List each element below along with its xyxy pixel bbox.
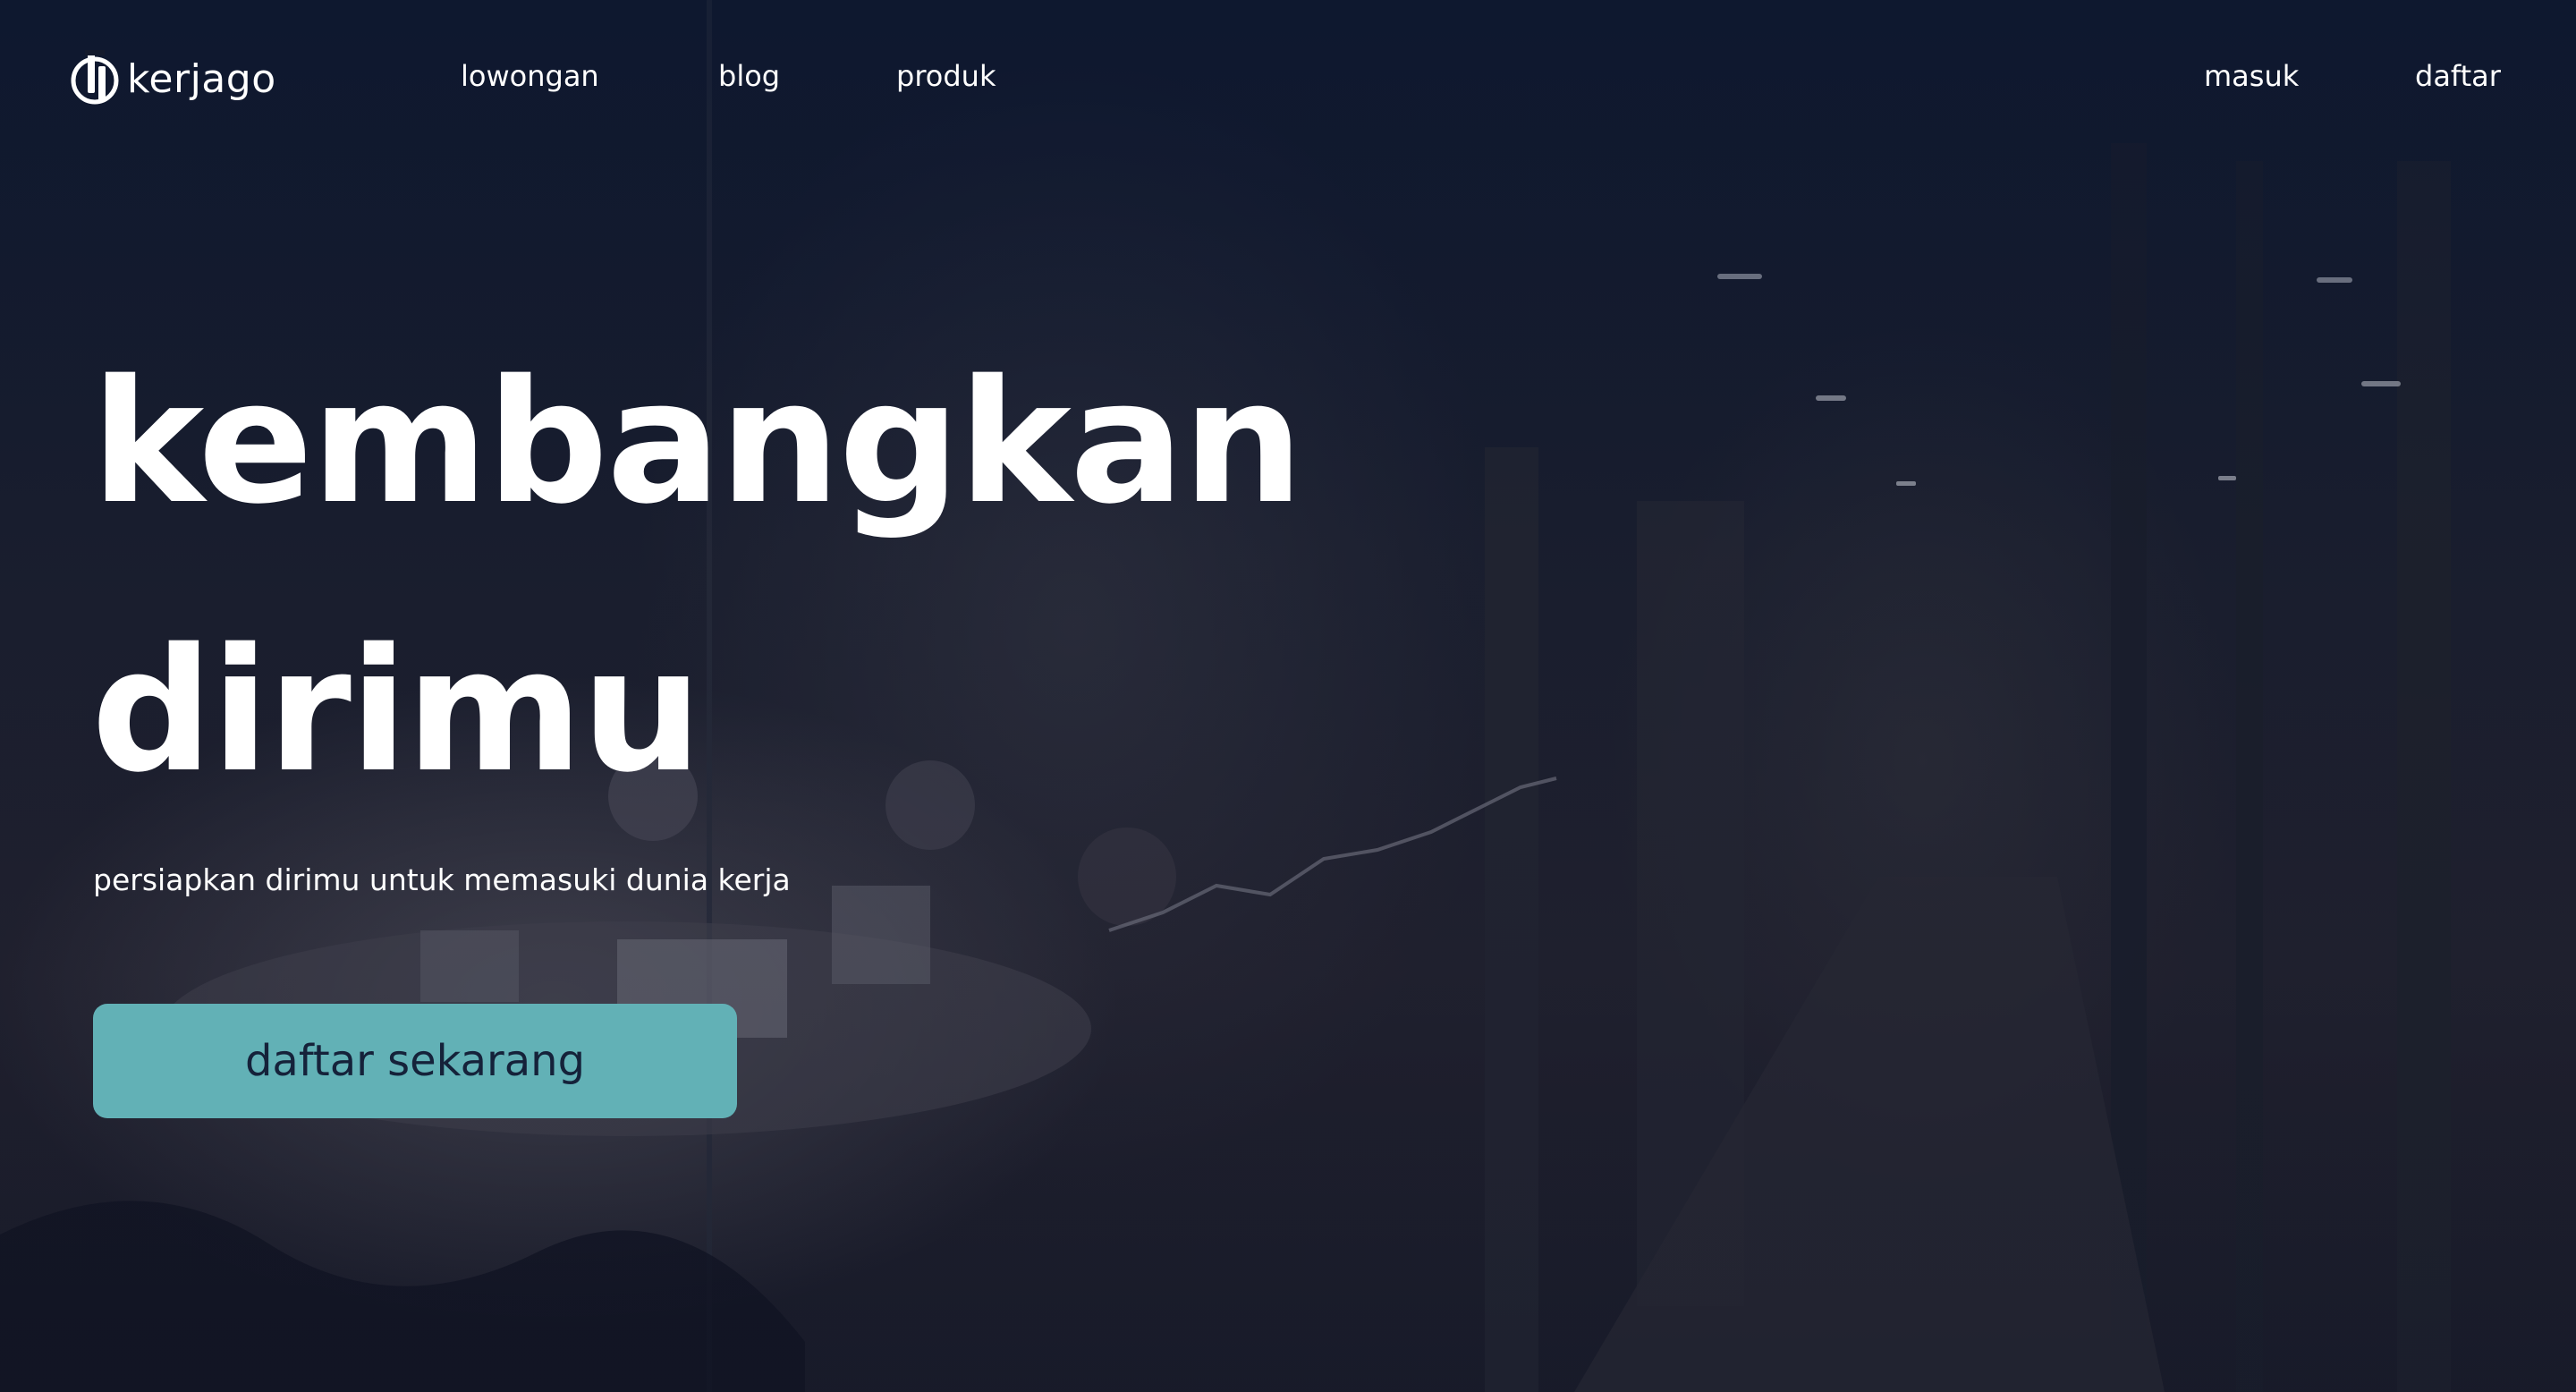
kerjago-logo-icon <box>71 50 119 105</box>
hero-subtitle: persiapkan dirimu untuk memasuki dunia k… <box>93 862 791 897</box>
top-navigation: kerjago lowongan blog produk masuk dafta… <box>0 0 2576 161</box>
nav-link-produk[interactable]: produk <box>896 59 996 93</box>
hero-section: kerjago lowongan blog produk masuk dafta… <box>0 0 2576 1392</box>
brand-logo[interactable]: kerjago <box>70 50 276 107</box>
nav-link-lowongan[interactable]: lowongan <box>461 59 599 93</box>
hero-headline: kembangkan dirimu <box>91 309 1303 845</box>
hero-headline-line-2: dirimu <box>91 612 702 810</box>
register-now-button[interactable]: daftar sekarang <box>93 1004 737 1118</box>
nav-login-link[interactable]: masuk <box>2204 59 2299 93</box>
nav-link-blog[interactable]: blog <box>718 59 780 93</box>
brand-name: kerjago <box>127 55 276 102</box>
hero-headline-line-1: kembangkan <box>91 344 1303 541</box>
nav-register-link[interactable]: daftar <box>2415 59 2501 93</box>
